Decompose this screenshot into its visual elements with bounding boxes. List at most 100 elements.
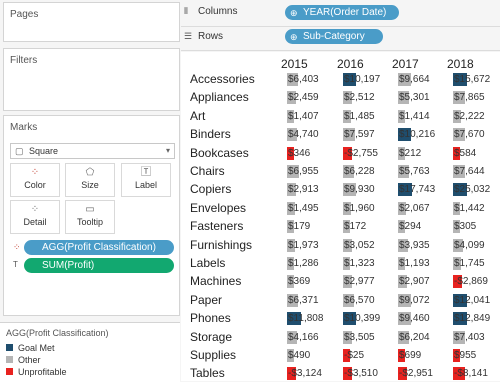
- pages-card-title: Pages: [10, 9, 39, 20]
- profit-label: $10,399: [344, 313, 381, 324]
- row-header-sub-category[interactable]: Bookcases: [190, 146, 249, 160]
- profit-label: -$3,124: [288, 368, 322, 379]
- shelf-divider: [181, 26, 500, 27]
- profit-label: $6,371: [288, 295, 319, 306]
- profit-label: $2,067: [399, 203, 430, 214]
- tooltip-button[interactable]: ▭ Tooltip: [65, 200, 115, 234]
- size-button[interactable]: ⬠ Size: [65, 163, 115, 197]
- profit-label: $490: [288, 350, 311, 361]
- column-header-year[interactable]: 2016: [337, 57, 364, 71]
- profit-label: $9,460: [399, 313, 430, 324]
- profit-label: $1,960: [344, 203, 375, 214]
- label-button[interactable]: 🅃 Label: [121, 163, 171, 197]
- row-header-sub-category[interactable]: Envelopes: [190, 201, 246, 215]
- legend-swatch: [6, 368, 13, 375]
- row-header-sub-category[interactable]: Machines: [190, 274, 241, 288]
- legend-item-other[interactable]: Other: [6, 355, 41, 365]
- profit-classification-pill[interactable]: AGG(Profit Classification): [24, 240, 174, 255]
- profit-label: -$2,951: [399, 368, 433, 379]
- row-header-sub-category[interactable]: Furnishings: [190, 238, 252, 252]
- row-header-sub-category[interactable]: Chairs: [190, 164, 225, 178]
- row-header-sub-category[interactable]: Art: [190, 109, 205, 123]
- columns-label: Columns: [198, 6, 238, 17]
- profit-label: $2,907: [399, 276, 430, 287]
- detail-button-label: Detail: [23, 217, 47, 227]
- column-header-year[interactable]: 2017: [392, 57, 419, 71]
- row-header-sub-category[interactable]: Fasteners: [190, 219, 243, 233]
- profit-label: $12,849: [454, 313, 491, 324]
- profit-label: -$25: [344, 350, 365, 361]
- columns-pill-year-order-date[interactable]: ⊕ YEAR(Order Date): [285, 5, 399, 20]
- profit-label: $1,485: [344, 111, 375, 122]
- profit-label: $9,664: [399, 74, 430, 85]
- profit-label: $212: [399, 148, 422, 159]
- size-icon: ⬠: [85, 167, 95, 178]
- profit-label: $2,459: [288, 92, 319, 103]
- plus-icon: ⊕: [290, 8, 298, 18]
- sum-profit-pill[interactable]: SUM(Profit): [24, 258, 174, 273]
- row-header-sub-category[interactable]: Supplies: [190, 348, 236, 362]
- legend-label: Other: [18, 355, 41, 365]
- profit-label: -$2,755: [344, 148, 378, 159]
- rows-label: Rows: [198, 31, 224, 42]
- legend-label: Goal Met: [18, 343, 55, 353]
- profit-label: $955: [454, 350, 477, 361]
- color-icon: ⁘: [30, 167, 40, 178]
- profit-label: $7,670: [454, 129, 485, 140]
- legend-swatch: [6, 344, 13, 351]
- color-button-label: Color: [24, 180, 46, 190]
- profit-label: $10,216: [399, 129, 436, 140]
- legend-swatch: [6, 356, 13, 363]
- profit-label: $6,204: [399, 332, 430, 343]
- legend-item-goal-met[interactable]: Goal Met: [6, 343, 55, 353]
- profit-label: -$2,869: [454, 276, 488, 287]
- mark-type-dropdown[interactable]: ▢ Square ▾: [10, 143, 175, 159]
- profit-label: $584: [454, 148, 477, 159]
- profit-label: $7,597: [344, 129, 375, 140]
- rows-shelf-label: ☰ Rows: [184, 31, 223, 42]
- profit-label: $7,865: [454, 92, 485, 103]
- profit-label: $1,286: [288, 258, 319, 269]
- plus-icon: ⊕: [290, 32, 298, 42]
- color-field-icon: ⁘: [13, 242, 21, 252]
- column-header-year[interactable]: 2015: [281, 57, 308, 71]
- columns-shelf-label: ⦀ Columns: [184, 6, 237, 17]
- profit-label: $5,301: [399, 92, 430, 103]
- profit-label: $6,228: [344, 166, 375, 177]
- profit-label: $2,913: [288, 184, 319, 195]
- profit-label: $1,414: [399, 111, 430, 122]
- row-header-sub-category[interactable]: Paper: [190, 293, 222, 307]
- profit-label: $3,935: [399, 240, 430, 251]
- columns-icon: ⦀: [184, 6, 188, 16]
- legend-item-unprofitable[interactable]: Unprofitable: [6, 367, 67, 377]
- row-header-sub-category[interactable]: Accessories: [190, 72, 255, 86]
- row-header-sub-category[interactable]: Storage: [190, 330, 232, 344]
- row-header-sub-category[interactable]: Tables: [190, 366, 225, 380]
- profit-label: $9,072: [399, 295, 430, 306]
- profit-label: $4,740: [288, 129, 319, 140]
- row-header-sub-category[interactable]: Copiers: [190, 182, 231, 196]
- color-button[interactable]: ⁘ Color: [10, 163, 60, 197]
- square-mark-icon: ▢: [15, 146, 24, 156]
- profit-label: $2,977: [344, 276, 375, 287]
- rows-pill-sub-category[interactable]: ⊕ Sub-Category: [285, 29, 383, 44]
- tooltip-button-label: Tooltip: [76, 217, 103, 227]
- row-header-sub-category[interactable]: Phones: [190, 311, 231, 325]
- column-header-year[interactable]: 2018: [447, 57, 474, 71]
- pages-card[interactable]: Pages: [3, 2, 180, 42]
- row-header-sub-category[interactable]: Labels: [190, 256, 225, 270]
- detail-button[interactable]: ⁘ Detail: [10, 200, 60, 234]
- profit-label: $7,403: [454, 332, 485, 343]
- profit-label: $17,743: [399, 184, 436, 195]
- row-header-sub-category[interactable]: Binders: [190, 127, 231, 141]
- size-button-label: Size: [81, 180, 99, 190]
- shelf-divider: [181, 50, 500, 51]
- profit-label: $5,763: [399, 166, 430, 177]
- rows-icon: ☰: [184, 31, 193, 41]
- chevron-down-icon: ▾: [165, 146, 170, 155]
- profit-label: -$8,141: [454, 368, 488, 379]
- columns-pill-label: YEAR(Order Date): [303, 7, 387, 18]
- row-header-sub-category[interactable]: Appliances: [190, 90, 249, 104]
- tooltip-icon: ▭: [85, 204, 95, 215]
- filters-card[interactable]: Filters: [3, 48, 180, 111]
